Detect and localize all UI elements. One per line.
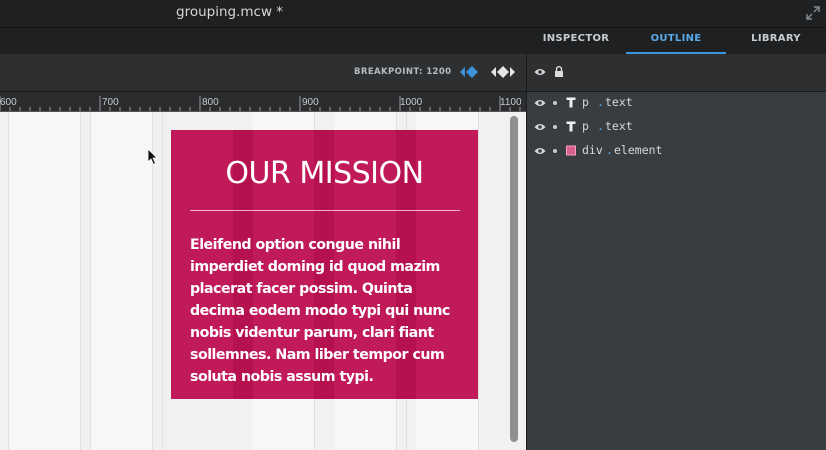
element-tag: p <box>582 119 589 133</box>
eye-icon[interactable] <box>534 147 546 155</box>
grid-line <box>478 112 479 450</box>
bullet-icon <box>553 125 557 129</box>
eye-icon[interactable] <box>534 99 546 107</box>
heading-divider <box>190 210 460 211</box>
outline-header <box>527 54 826 92</box>
bullet-icon <box>553 101 557 105</box>
outline-item[interactable]: div . element <box>527 139 826 163</box>
expand-icon[interactable] <box>806 6 820 20</box>
class-dot: . <box>597 119 604 133</box>
grid-column <box>90 112 152 450</box>
ruler-label: 800 <box>202 97 219 108</box>
element-class: element <box>614 143 663 157</box>
eye-icon[interactable] <box>534 123 546 131</box>
element-tag: div <box>582 143 603 157</box>
mission-body-text[interactable]: Eleifend option congue nihil imperdiet d… <box>190 234 465 388</box>
tab-library[interactable]: LIBRARY <box>726 28 826 54</box>
grid-column <box>8 112 80 450</box>
element-tag: p <box>582 95 589 109</box>
add-breakpoint-icon[interactable] <box>490 64 516 80</box>
mission-element[interactable]: OUR MISSION Eleifend option congue nihil… <box>171 130 478 399</box>
outline-item[interactable]: p . text <box>527 115 826 139</box>
canvas-scrollbar[interactable] <box>510 116 518 442</box>
design-canvas[interactable]: OUR MISSION Eleifend option congue nihil… <box>0 112 526 450</box>
outline-item[interactable]: p . text <box>527 91 826 115</box>
canvas-toolbar: BREAKPOINT: 1200 <box>0 54 526 92</box>
title-bar: grouping.mcw * <box>0 0 826 28</box>
ruler-label: 1000 <box>400 97 423 108</box>
grid-line <box>8 112 9 450</box>
mouse-cursor-icon <box>147 148 158 166</box>
lock-all-icon[interactable] <box>554 66 564 77</box>
element-icon <box>566 145 576 156</box>
element-class: text <box>605 119 633 133</box>
horizontal-ruler: 600 700 800 900 1000 1100 <box>0 92 526 112</box>
tab-inspector[interactable]: INSPECTOR <box>526 28 626 54</box>
bullet-icon <box>553 149 557 153</box>
ruler-label: 600 <box>0 97 17 108</box>
breakpoint-label: BREAKPOINT: 1200 <box>354 67 452 77</box>
ruler-ticks: 600 700 800 900 1000 1100 <box>0 96 522 111</box>
class-dot: . <box>606 143 613 157</box>
document-title: grouping.mcw * <box>176 4 284 20</box>
class-dot: . <box>597 95 604 109</box>
breakpoint-marker-icon[interactable] <box>458 64 480 80</box>
text-icon <box>566 121 576 132</box>
visibility-toggle-all-icon[interactable] <box>534 68 546 76</box>
tab-outline[interactable]: OUTLINE <box>626 28 726 54</box>
panel-tabs: INSPECTOR OUTLINE LIBRARY <box>0 28 826 54</box>
grid-line <box>80 112 81 450</box>
ruler-label: 900 <box>302 97 319 108</box>
ruler-label: 700 <box>102 97 119 108</box>
grid-line <box>90 112 91 450</box>
mission-heading[interactable]: OUR MISSION <box>171 156 478 191</box>
outline-panel: p . text p . text div . element <box>526 54 826 450</box>
text-icon <box>566 97 576 108</box>
ruler-label: 1100 <box>500 97 522 108</box>
grid-line <box>162 112 163 450</box>
element-class: text <box>605 95 633 109</box>
